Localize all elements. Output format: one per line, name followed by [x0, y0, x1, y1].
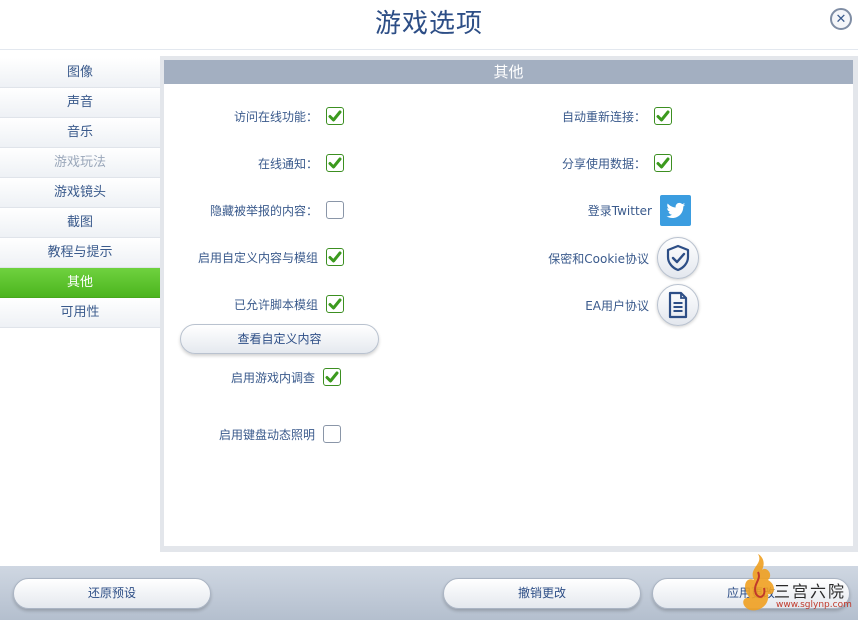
twitter-login-label: 登录Twitter: [587, 204, 652, 218]
option-script-mods: 已允许脚本模组: [164, 295, 344, 313]
check-icon: [328, 157, 342, 169]
checkbox-custom-content[interactable]: [326, 248, 344, 266]
panel-header: 其他: [164, 60, 853, 84]
check-icon: [328, 251, 342, 263]
dialog-title: 游戏选项: [0, 0, 858, 50]
option-label: 访问在线功能：: [233, 109, 318, 124]
option-label: 自动重新连接：: [561, 109, 646, 124]
privacy-cookie-label: 保密和Cookie协议: [548, 251, 649, 266]
privacy-button[interactable]: [657, 237, 699, 279]
option-keyboard-lighting: 启用键盘动态照明: [164, 425, 341, 443]
checkbox-online-features[interactable]: [326, 107, 344, 125]
checkbox-in-game-survey[interactable]: [323, 368, 341, 386]
check-icon: [325, 371, 339, 383]
checkbox-online-notifications[interactable]: [326, 154, 344, 172]
twitter-login[interactable]: 登录Twitter: [480, 195, 691, 226]
watermark-url: www.sglynp.com: [776, 600, 852, 610]
close-icon: ✕: [835, 11, 847, 27]
checkbox-keyboard-lighting[interactable]: [323, 425, 341, 443]
watermark-text: 三宫六院: [774, 582, 847, 601]
watermark: 三宫六院 www.sglynp.com: [736, 548, 858, 620]
eula-button[interactable]: [657, 284, 699, 326]
twitter-button[interactable]: [660, 195, 691, 226]
close-button[interactable]: ✕: [830, 8, 852, 30]
ea-eula-link[interactable]: EA用户协议: [480, 284, 699, 326]
checkbox-script-mods[interactable]: [326, 295, 344, 313]
view-custom-content-button[interactable]: 查看自定义内容: [180, 324, 379, 354]
sidebar-item-sound[interactable]: 声音: [0, 88, 160, 118]
option-label: 启用自定义内容与模组: [197, 250, 318, 265]
option-label: 已允许脚本模组: [233, 297, 318, 312]
sidebar-item-graphics[interactable]: 图像: [0, 58, 160, 88]
option-label: 在线通知：: [257, 156, 318, 171]
option-online-features: 访问在线功能：: [164, 107, 344, 125]
option-hide-reported: 隐藏被举报的内容：: [164, 201, 344, 219]
sidebar-item-gameplay[interactable]: 游戏玩法: [0, 148, 160, 178]
option-custom-content: 启用自定义内容与模组: [164, 248, 344, 266]
option-label: 启用游戏内调查: [230, 370, 315, 385]
sidebar-item-screenshot[interactable]: 截图: [0, 208, 160, 238]
undo-changes-button[interactable]: 撤销更改: [443, 578, 641, 609]
option-label: 隐藏被举报的内容：: [209, 203, 318, 218]
check-icon: [656, 157, 670, 169]
privacy-cookie-link[interactable]: 保密和Cookie协议: [480, 237, 699, 279]
checkbox-hide-reported[interactable]: [326, 201, 344, 219]
check-icon: [328, 110, 342, 122]
sidebar: 图像 声音 音乐 游戏玩法 游戏镜头 截图 教程与提示 其他 可用性: [0, 58, 160, 328]
sidebar-item-accessibility[interactable]: 可用性: [0, 298, 160, 328]
check-icon: [328, 298, 342, 310]
check-icon: [656, 110, 670, 122]
option-label: 启用键盘动态照明: [218, 427, 315, 442]
document-icon: [668, 291, 688, 319]
checkbox-share-usage[interactable]: [654, 154, 672, 172]
sidebar-item-other[interactable]: 其他: [0, 268, 160, 298]
shield-check-icon: [666, 244, 690, 272]
option-online-notifications: 在线通知：: [164, 154, 344, 172]
option-auto-reconnect: 自动重新连接：: [480, 107, 672, 125]
twitter-icon: [665, 202, 685, 218]
option-label: 分享使用数据：: [561, 156, 646, 171]
ea-eula-label: EA用户协议: [585, 298, 649, 313]
sidebar-item-tutorial[interactable]: 教程与提示: [0, 238, 160, 268]
option-in-game-survey: 启用游戏内调查: [164, 368, 341, 386]
sidebar-item-music[interactable]: 音乐: [0, 118, 160, 148]
sidebar-item-camera[interactable]: 游戏镜头: [0, 178, 160, 208]
restore-defaults-button[interactable]: 还原预设: [13, 578, 211, 609]
option-share-usage: 分享使用数据：: [480, 154, 672, 172]
checkbox-auto-reconnect[interactable]: [654, 107, 672, 125]
